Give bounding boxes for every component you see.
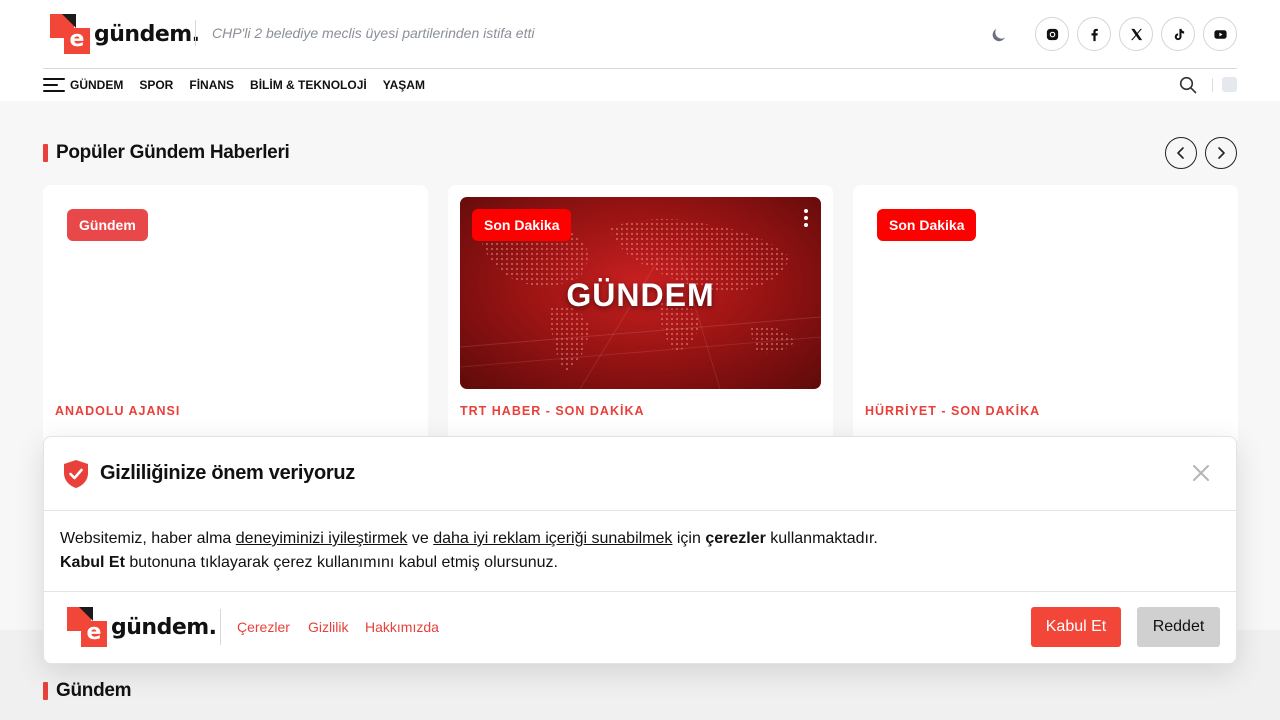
cookie-text: butonuna tıklayarak çerez kullanımını ka… <box>124 554 558 571</box>
accept-cookies-button[interactable]: Kabul Et <box>1031 607 1121 647</box>
cookie-text: için <box>672 530 706 547</box>
x-icon[interactable] <box>1119 17 1153 51</box>
category-badge[interactable]: Son Dakika <box>472 209 572 241</box>
cookie-text: kullanmaktadır. <box>765 530 878 547</box>
main-nav: GÜNDEM SPOR FİNANS BİLİM & TEKNOLOJİ YAŞ… <box>43 74 441 96</box>
cookie-bold-text: çerezler <box>705 530 766 547</box>
header-divider <box>195 20 196 46</box>
cookie-link-experience[interactable]: deneyiminizi iyileştirmek <box>236 530 408 547</box>
section-title-gundem: Gündem <box>56 680 132 701</box>
social-links <box>1035 17 1237 51</box>
youtube-icon[interactable] <box>1203 17 1237 51</box>
section-accent-bar <box>43 144 48 162</box>
nav-item-yasam[interactable]: YAŞAM <box>383 78 425 92</box>
cookie-link-ads[interactable]: daha iyi reklam içeriği sunabilmek <box>433 530 672 547</box>
nav-item-finans[interactable]: FİNANS <box>189 78 234 92</box>
news-card[interactable]: Gündem ANADOLU AJANSI <box>43 185 428 445</box>
cookie-dialog-message: Websitemiz, haber alma deneyiminizi iyil… <box>60 527 878 575</box>
logo-mark: e <box>67 607 109 647</box>
instagram-icon[interactable] <box>1035 17 1069 51</box>
news-source[interactable]: TRT HABER - SON DAKİKA <box>460 404 645 418</box>
search-icon[interactable] <box>1179 76 1197 94</box>
cookie-consent-dialog: Gizliliğinize önem veriyoruz Websitemiz,… <box>43 436 1237 664</box>
menu-icon[interactable] <box>43 77 65 93</box>
shield-check-icon <box>64 460 88 488</box>
facebook-icon[interactable] <box>1077 17 1111 51</box>
news-source[interactable]: HÜRRİYET - SON DAKİKA <box>865 404 1040 418</box>
cookie-dialog-title: Gizliliğinize önem veriyoruz <box>100 462 355 484</box>
logo-wordmark: gündem. <box>94 21 200 47</box>
site-logo[interactable]: e gündem. <box>50 14 200 54</box>
section-accent-bar <box>43 682 48 700</box>
cookie-text: ve <box>407 530 434 547</box>
cookie-text: Websitemiz, haber alma <box>60 530 236 547</box>
category-badge[interactable]: Gündem <box>67 209 148 241</box>
category-badge[interactable]: Son Dakika <box>877 209 977 241</box>
chevron-right-icon <box>1218 147 1225 159</box>
header-divider-line <box>43 68 1237 69</box>
footer-link-privacy[interactable]: Gizlilik <box>308 619 348 635</box>
footer-divider <box>220 609 221 645</box>
nav-item-gundem[interactable]: GÜNDEM <box>70 78 123 92</box>
nav-divider <box>1212 78 1213 92</box>
reject-cookies-button[interactable]: Reddet <box>1137 607 1220 647</box>
site-header: e gündem. CHP'li 2 belediye meclis üyesi… <box>0 0 1280 101</box>
section-title-popular: Popüler Gündem Haberleri <box>56 142 290 163</box>
news-source[interactable]: ANADOLU AJANSI <box>55 404 180 418</box>
carousel-prev-button[interactable] <box>1165 137 1197 169</box>
news-card[interactable]: GÜNDEM Son Dakika TRT HABER - SON DAKİKA <box>448 185 833 445</box>
nav-item-spor[interactable]: SPOR <box>139 78 173 92</box>
dark-mode-icon[interactable] <box>990 26 1008 44</box>
tiktok-icon[interactable] <box>1161 17 1195 51</box>
chevron-left-icon <box>1177 147 1184 159</box>
close-icon[interactable] <box>1192 464 1210 482</box>
cookie-dialog-header: Gizliliğinize önem veriyoruz <box>44 437 1236 511</box>
footer-link-about[interactable]: Hakkımızda <box>365 619 439 635</box>
breaking-ticker[interactable]: CHP'li 2 belediye meclis üyesi partileri… <box>212 25 534 41</box>
footer-logo[interactable]: e gündem. <box>67 607 217 647</box>
carousel-next-button[interactable] <box>1205 137 1237 169</box>
image-caption: GÜNDEM <box>566 277 715 313</box>
cookie-bold-text: Kabul Et <box>60 554 125 571</box>
footer-link-cookies[interactable]: Çerezler <box>237 619 290 635</box>
more-options-icon[interactable] <box>803 209 809 227</box>
nav-item-bilim-teknoloji[interactable]: BİLİM & TEKNOLOJİ <box>250 78 367 92</box>
user-avatar-placeholder[interactable] <box>1222 77 1237 92</box>
logo-wordmark: gündem. <box>111 614 217 640</box>
logo-mark: e <box>50 14 92 54</box>
news-card[interactable]: Son Dakika HÜRRİYET - SON DAKİKA <box>853 185 1238 445</box>
